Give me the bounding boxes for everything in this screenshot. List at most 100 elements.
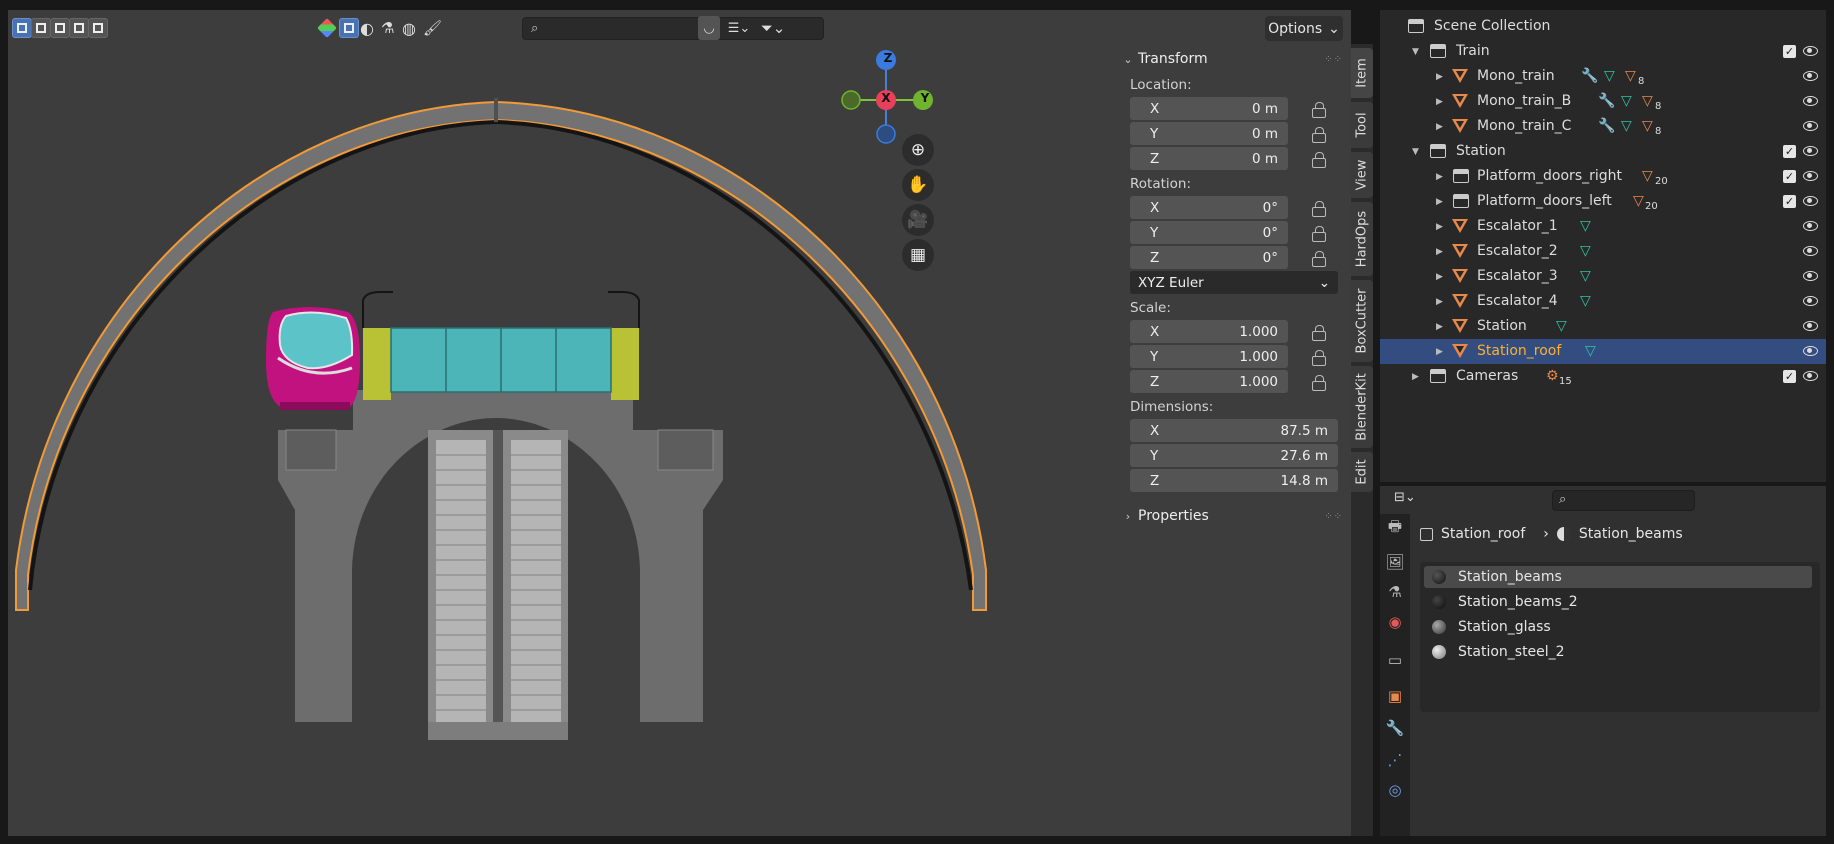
properties-panel-header[interactable]: › Properties ⁘⁘ — [1118, 503, 1351, 529]
eye-icon[interactable] — [1803, 196, 1818, 206]
eye-icon[interactable] — [1803, 96, 1818, 106]
particles-tab-icon[interactable]: ⋰ — [1385, 750, 1405, 770]
transform-panel-header[interactable]: ⌄ Transform ⁘⁘ — [1118, 46, 1351, 72]
material-slot[interactable]: Station_steel_2 — [1424, 641, 1812, 663]
outliner-row-escalator-1[interactable]: ▶ Escalator_1 ▽ — [1380, 214, 1826, 239]
filter-dropdown[interactable]: ⏷⌄ — [758, 16, 788, 40]
wrench-icon[interactable]: 🔧 — [1581, 68, 1598, 84]
shading-solid[interactable]: ◐ — [360, 16, 374, 40]
material-icon[interactable]: ▽ — [1642, 93, 1653, 109]
camera-objects-icon[interactable]: ⚙ — [1546, 368, 1559, 384]
material-slot[interactable]: Station_beams — [1424, 566, 1812, 588]
tab-tool[interactable]: Tool — [1351, 102, 1373, 148]
pan-button[interactable]: ✋ — [902, 169, 934, 201]
outliner-row-scene-collection[interactable]: Scene Collection — [1380, 14, 1826, 39]
outliner-row-station-object[interactable]: ▶ Station ▽ — [1380, 314, 1826, 339]
shading-material[interactable]: ⚗ — [381, 16, 394, 40]
expand-arrow-icon[interactable]: ▶ — [1436, 272, 1443, 282]
outliner-row-platform-doors-left[interactable]: ▶ Platform_doors_left ▽ 20 ✓ — [1380, 189, 1826, 214]
expand-arrow-icon[interactable]: ▶ — [1436, 222, 1443, 232]
mesh-data-icon[interactable]: ▽ — [1580, 293, 1591, 309]
mesh-data-icon[interactable]: ▽ — [1604, 68, 1615, 84]
lock-icon[interactable] — [1310, 225, 1326, 242]
shading-rendered[interactable]: ◍ — [402, 16, 416, 40]
outliner-row-station-roof[interactable]: ▶ Station_roof ▽ — [1380, 339, 1826, 364]
view-layer-tab-icon[interactable]: ⚗ — [1385, 582, 1405, 602]
dimensions-z-field[interactable]: Z 14.8 m — [1130, 469, 1338, 492]
lock-icon[interactable] — [1310, 250, 1326, 267]
expand-arrow-icon[interactable]: ▼ — [1412, 47, 1419, 57]
expand-arrow-icon[interactable]: ▼ — [1412, 147, 1419, 157]
wrench-icon[interactable]: 🔧 — [1598, 93, 1615, 109]
rotation-mode-dropdown[interactable]: XYZ Euler ⌄ — [1130, 271, 1338, 294]
select-subtract-mode[interactable] — [50, 16, 70, 40]
location-x-field[interactable]: X 0 m — [1130, 97, 1288, 120]
rotation-y-field[interactable]: Y 0° — [1130, 221, 1288, 244]
expand-arrow-icon[interactable]: ▶ — [1436, 72, 1443, 82]
render-tab-icon[interactable]: 🖼 — [1385, 552, 1405, 572]
drag-grip-icon[interactable]: ⁘⁘ — [1324, 54, 1343, 65]
paint-mode[interactable]: 🖌 — [423, 16, 442, 40]
expand-arrow-icon[interactable]: ▶ — [1436, 172, 1443, 182]
lock-icon[interactable] — [1310, 349, 1326, 366]
mesh-data-icon[interactable]: ▽ — [1621, 118, 1632, 134]
material-icon[interactable]: ▽ — [1633, 193, 1644, 209]
dimensions-x-field[interactable]: X 87.5 m — [1130, 419, 1338, 442]
scale-y-field[interactable]: Y 1.000 — [1130, 345, 1288, 368]
eye-icon[interactable] — [1803, 246, 1818, 256]
material-icon[interactable]: ▽ — [1642, 168, 1653, 184]
tab-item[interactable]: Item — [1351, 48, 1373, 98]
ortho-toggle-button[interactable]: ▦ — [902, 239, 934, 271]
rotation-x-field[interactable]: X 0° — [1130, 196, 1288, 219]
eye-icon[interactable] — [1803, 346, 1818, 356]
outliner-row-mono-train-c[interactable]: ▶ Mono_train_C 🔧 ▽ ▽ 8 — [1380, 114, 1826, 139]
editor-type-dropdown[interactable]: ⊟⌄ — [1394, 490, 1430, 510]
physics-tab-icon[interactable]: ◎ — [1385, 780, 1405, 800]
expand-arrow-icon[interactable]: ▶ — [1436, 322, 1443, 332]
modifier-tab-icon[interactable]: 🔧 — [1385, 718, 1405, 738]
eye-icon[interactable] — [1803, 71, 1818, 81]
outliner-row-escalator-2[interactable]: ▶ Escalator_2 ▽ — [1380, 239, 1826, 264]
properties-search-input[interactable]: ⌕ — [1552, 490, 1695, 511]
location-z-field[interactable]: Z 0 m — [1130, 147, 1288, 170]
select-box-mode[interactable] — [12, 16, 32, 40]
expand-arrow-icon[interactable]: ▶ — [1436, 122, 1443, 132]
eye-icon[interactable] — [1803, 146, 1818, 156]
expand-arrow-icon[interactable]: ▶ — [1436, 197, 1443, 207]
eye-icon[interactable] — [1803, 296, 1818, 306]
proportional-edit-toggle[interactable]: ◡ — [698, 16, 720, 40]
exclude-checkbox[interactable]: ✓ — [1783, 370, 1796, 383]
scale-z-field[interactable]: Z 1.000 — [1130, 370, 1288, 393]
expand-arrow-icon[interactable]: ▶ — [1412, 372, 1419, 382]
tool-tab-icon[interactable]: 🖶 — [1385, 517, 1405, 538]
lock-icon[interactable] — [1310, 126, 1326, 143]
eye-icon[interactable] — [1803, 171, 1818, 181]
tab-edit[interactable]: Edit — [1351, 452, 1373, 492]
tab-hardops[interactable]: HardOps — [1351, 202, 1373, 276]
material-icon[interactable]: ▽ — [1625, 68, 1636, 84]
select-extend-mode[interactable] — [31, 16, 51, 40]
outliner-row-escalator-3[interactable]: ▶ Escalator_3 ▽ — [1380, 264, 1826, 289]
overlay-gizmo-toggle[interactable] — [317, 16, 337, 40]
drag-grip-icon[interactable]: ⁘⁘ — [1324, 511, 1343, 522]
eye-icon[interactable] — [1803, 121, 1818, 131]
outliner-row-mono-train-b[interactable]: ▶ Mono_train_B 🔧 ▽ ▽ 8 — [1380, 89, 1826, 114]
world-tab-icon[interactable]: ◉ — [1385, 612, 1405, 632]
expand-arrow-icon[interactable]: ▶ — [1436, 297, 1443, 307]
options-dropdown[interactable]: Options ⌄ — [1265, 16, 1343, 41]
shading-solid-wire[interactable] — [339, 16, 359, 40]
select-invert-mode[interactable] — [69, 16, 89, 40]
dimensions-y-field[interactable]: Y 27.6 m — [1130, 444, 1338, 467]
tab-blenderkit[interactable]: BlenderKit — [1351, 366, 1373, 448]
lock-icon[interactable] — [1310, 101, 1326, 118]
eye-icon[interactable] — [1803, 321, 1818, 331]
outliner-row-mono-train[interactable]: ▶ Mono_train 🔧 ▽ ▽ 8 — [1380, 64, 1826, 89]
zoom-button[interactable]: ⊕ — [902, 134, 934, 166]
object-tab-icon[interactable]: ▣ — [1385, 686, 1405, 706]
mesh-data-icon[interactable]: ▽ — [1556, 318, 1567, 334]
expand-arrow-icon[interactable]: ▶ — [1436, 247, 1443, 257]
mesh-data-icon[interactable]: ▽ — [1621, 93, 1632, 109]
mesh-data-icon[interactable]: ▽ — [1585, 343, 1596, 359]
outliner-row-cameras[interactable]: ▶ Cameras ⚙ 15 ✓ — [1380, 364, 1826, 389]
wrench-icon[interactable]: 🔧 — [1598, 118, 1615, 134]
